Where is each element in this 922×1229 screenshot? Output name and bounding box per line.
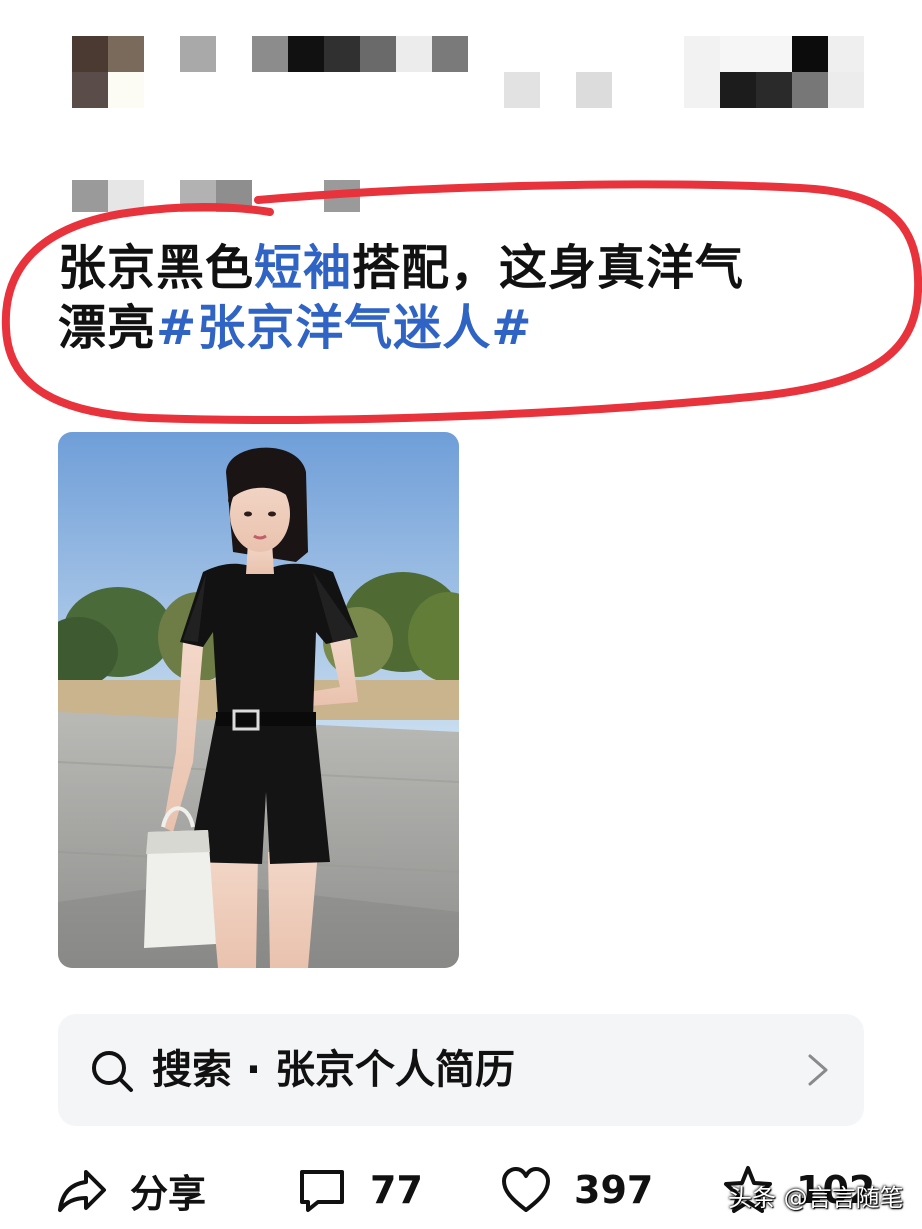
keyword-link-short-sleeve[interactable]: 短袖 bbox=[254, 240, 352, 296]
comment-count: 77 bbox=[370, 1168, 423, 1212]
post-title-segment: 搭配，这身真洋气 bbox=[352, 240, 745, 296]
watermark-text: 头条 @言言随笔 bbox=[728, 1184, 904, 1212]
search-prefix: 搜索 bbox=[152, 1047, 232, 1093]
search-query: 张京个人简历 bbox=[275, 1047, 516, 1093]
post-photo[interactable] bbox=[58, 432, 459, 968]
share-button[interactable]: 分享 bbox=[56, 1162, 206, 1218]
comment-icon bbox=[300, 1170, 344, 1212]
comment-button[interactable]: 77 bbox=[296, 1162, 423, 1218]
post-title-segment: 漂亮 bbox=[58, 300, 157, 356]
related-search-card[interactable]: 搜索 · 张京个人简历 bbox=[58, 1014, 864, 1126]
heart-icon bbox=[502, 1167, 550, 1212]
pixelated-header bbox=[0, 0, 922, 230]
share-icon bbox=[58, 1170, 106, 1212]
share-label: 分享 bbox=[130, 1171, 207, 1216]
related-search-text: 搜索 · 张京个人简历 bbox=[152, 1042, 515, 1098]
post-title-segment: 张京黑色 bbox=[58, 240, 255, 296]
like-count: 397 bbox=[574, 1168, 654, 1212]
post-text: 张京黑色短袖搭配，这身真洋气 漂亮#张京洋气迷人# bbox=[58, 240, 878, 356]
hashtag-link[interactable]: #张京洋气迷人# bbox=[156, 300, 532, 356]
search-icon bbox=[92, 1051, 133, 1092]
chevron-right-icon bbox=[808, 1054, 828, 1086]
search-separator: · bbox=[232, 1047, 276, 1093]
like-button[interactable]: 397 bbox=[500, 1162, 653, 1218]
post-title-line-2: 漂亮#张京洋气迷人# bbox=[58, 300, 878, 356]
post-title-line-1: 张京黑色短袖搭配，这身真洋气 bbox=[58, 240, 878, 296]
